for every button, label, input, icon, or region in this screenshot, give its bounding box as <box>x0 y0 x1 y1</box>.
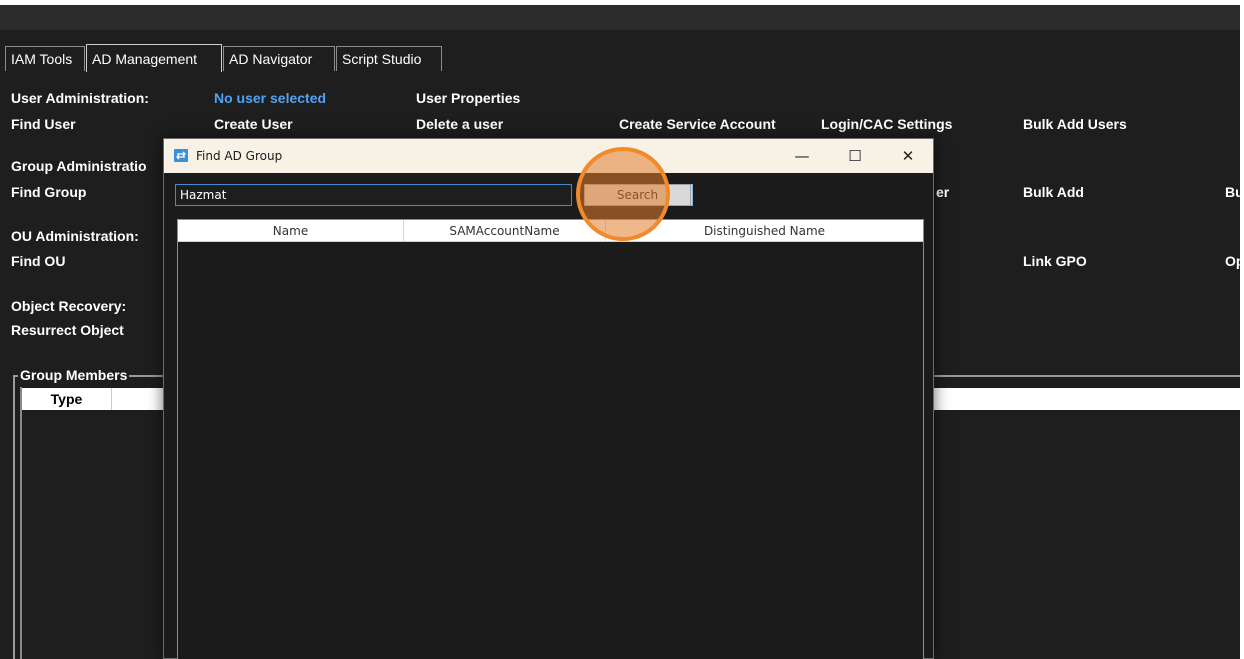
tab-script-studio[interactable]: Script Studio <box>336 46 442 71</box>
user-status-label: No user selected <box>214 90 327 106</box>
group-partial-link[interactable]: er <box>936 183 949 201</box>
results-header: Name SAMAccountName Distinguished Name <box>178 220 923 242</box>
resurrect-object-link[interactable]: Resurrect Object <box>11 321 124 339</box>
group-members-legend: Group Members <box>18 366 130 384</box>
find-ou-link[interactable]: Find OU <box>11 252 65 270</box>
minimize-icon[interactable]: — <box>787 145 817 167</box>
app-window: IAM Tools AD Management AD Navigator Scr… <box>0 0 1244 659</box>
column-header-samaccountname[interactable]: SAMAccountName <box>404 220 606 242</box>
column-header-name[interactable]: Name <box>178 220 404 242</box>
window-titlebar <box>0 5 1244 30</box>
ou-admin-heading: OU Administration: <box>11 228 139 244</box>
search-input[interactable] <box>175 184 572 206</box>
dialog-titlebar[interactable]: Find AD Group — ☐ ✕ <box>164 139 933 173</box>
tab-ad-management[interactable]: AD Management <box>86 44 222 72</box>
bulk-add-group-link[interactable]: Bulk Add <box>1023 183 1084 201</box>
right-edge <box>1240 0 1244 659</box>
find-user-link[interactable]: Find User <box>11 115 76 133</box>
find-group-link[interactable]: Find Group <box>11 183 86 201</box>
login-cac-settings-link[interactable]: Login/CAC Settings <box>821 115 952 133</box>
column-header-type[interactable]: Type <box>22 388 112 410</box>
bulk-add-users-link[interactable]: Bulk Add Users <box>1023 115 1127 133</box>
group-admin-heading: Group Administratio <box>11 158 147 174</box>
create-service-account-link[interactable]: Create Service Account <box>619 115 776 133</box>
link-gpo-link[interactable]: Link GPO <box>1023 252 1087 270</box>
object-recovery-heading: Object Recovery: <box>11 298 127 314</box>
dialog-title: Find AD Group <box>196 149 283 163</box>
app-icon <box>174 149 188 162</box>
close-icon[interactable]: ✕ <box>893 145 923 167</box>
user-properties-link[interactable]: User Properties <box>416 89 520 107</box>
delete-user-link[interactable]: Delete a user <box>416 115 503 133</box>
tab-iam-tools[interactable]: IAM Tools <box>5 46 85 71</box>
create-user-link[interactable]: Create User <box>214 115 293 133</box>
click-highlight-circle <box>576 147 670 241</box>
user-admin-heading: User Administration: <box>11 90 149 106</box>
find-ad-group-dialog: Find AD Group — ☐ ✕ Search Name SAMAccou… <box>163 138 934 659</box>
maximize-icon[interactable]: ☐ <box>840 145 870 167</box>
tab-ad-navigator[interactable]: AD Navigator <box>223 46 335 71</box>
results-list[interactable]: Name SAMAccountName Distinguished Name <box>177 219 924 659</box>
